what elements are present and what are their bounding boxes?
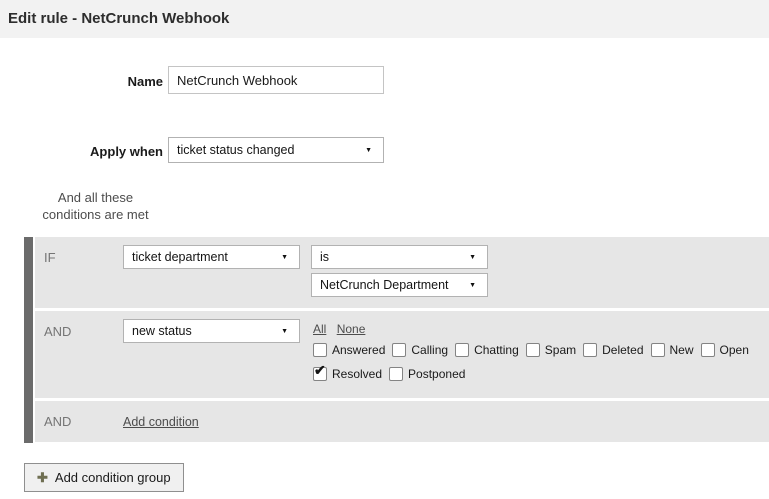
status-field-value: new status	[132, 324, 192, 338]
checkbox[interactable]	[583, 343, 597, 357]
status-checkbox-item[interactable]: Calling	[392, 343, 448, 357]
chevron-down-icon: ▼	[365, 147, 372, 154]
apply-when-label: Apply when	[0, 144, 163, 159]
status-checkbox-label: New	[670, 343, 694, 357]
condition-row-add: AND Add condition	[35, 401, 769, 442]
condition-operator-value: is	[320, 250, 329, 264]
status-checkbox-item[interactable]: ✔ Resolved	[313, 367, 382, 381]
status-checkbox-label: Chatting	[474, 343, 519, 357]
conditions-note: And all these conditions are met	[28, 189, 163, 223]
status-checkbox-item[interactable]: Chatting	[455, 343, 519, 357]
and-label: AND	[44, 324, 71, 339]
condition-field-value: ticket department	[132, 250, 228, 264]
status-checkbox-label: Open	[720, 343, 749, 357]
name-label: Name	[0, 74, 163, 89]
chevron-down-icon: ▼	[281, 254, 288, 261]
apply-when-selected-value: ticket status changed	[177, 143, 294, 157]
status-checkbox-label: Resolved	[332, 367, 382, 381]
status-picker: All None Answered Calling Chatting	[313, 322, 769, 381]
status-field-select[interactable]: new status ▼	[123, 319, 300, 343]
status-checkbox-row: ✔ Resolved Postponed	[313, 367, 769, 381]
status-checkbox-item[interactable]: Answered	[313, 343, 385, 357]
plus-icon: ✚	[37, 470, 48, 486]
page-title: Edit rule - NetCrunch Webhook	[8, 10, 229, 27]
status-checkbox-item[interactable]: Open	[701, 343, 749, 357]
status-checkbox-row: Answered Calling Chatting Spam	[313, 343, 769, 357]
checkbox[interactable]: ✔	[313, 367, 327, 381]
checkbox[interactable]	[455, 343, 469, 357]
checkbox[interactable]	[526, 343, 540, 357]
condition-row-if: IF ticket department ▼ is ▼ NetCrunch De…	[35, 237, 769, 308]
page-header: Edit rule - NetCrunch Webhook	[0, 0, 769, 38]
status-checkbox-item[interactable]: New	[651, 343, 694, 357]
status-checkbox-item[interactable]: Spam	[526, 343, 576, 357]
add-condition-group-button[interactable]: ✚ Add condition group	[24, 463, 184, 492]
status-checkbox-label: Answered	[332, 343, 385, 357]
and-label: AND	[44, 414, 71, 429]
chevron-down-icon: ▼	[469, 254, 476, 261]
condition-value-select[interactable]: NetCrunch Department ▼	[311, 273, 488, 297]
checkbox[interactable]	[392, 343, 406, 357]
if-label: IF	[44, 250, 56, 265]
chevron-down-icon: ▼	[281, 328, 288, 335]
checkbox[interactable]	[701, 343, 715, 357]
select-none-link[interactable]: None	[337, 322, 366, 336]
select-all-link[interactable]: All	[313, 322, 326, 336]
checkbox[interactable]	[389, 367, 403, 381]
rule-name-input[interactable]	[168, 66, 384, 94]
condition-field-select[interactable]: ticket department ▼	[123, 245, 300, 269]
status-checkbox-item[interactable]: Deleted	[583, 343, 643, 357]
condition-value-value: NetCrunch Department	[320, 278, 449, 292]
condition-group-bar	[24, 237, 33, 443]
add-condition-link[interactable]: Add condition	[123, 415, 199, 429]
status-checkbox-label: Deleted	[602, 343, 643, 357]
condition-operator-select[interactable]: is ▼	[311, 245, 488, 269]
status-checkbox-label: Spam	[545, 343, 576, 357]
add-condition-group-label: Add condition group	[55, 470, 171, 485]
status-checkbox-label: Postponed	[408, 367, 465, 381]
status-checkbox-item[interactable]: Postponed	[389, 367, 465, 381]
check-icon: ✔	[314, 363, 326, 377]
status-checkbox-label: Calling	[411, 343, 448, 357]
status-select-links: All None	[313, 322, 769, 336]
checkbox[interactable]	[651, 343, 665, 357]
condition-row-and-status: AND new status ▼ All None Answered Calli…	[35, 311, 769, 398]
chevron-down-icon: ▼	[469, 282, 476, 289]
apply-when-select[interactable]: ticket status changed ▼	[168, 137, 384, 163]
checkbox[interactable]	[313, 343, 327, 357]
